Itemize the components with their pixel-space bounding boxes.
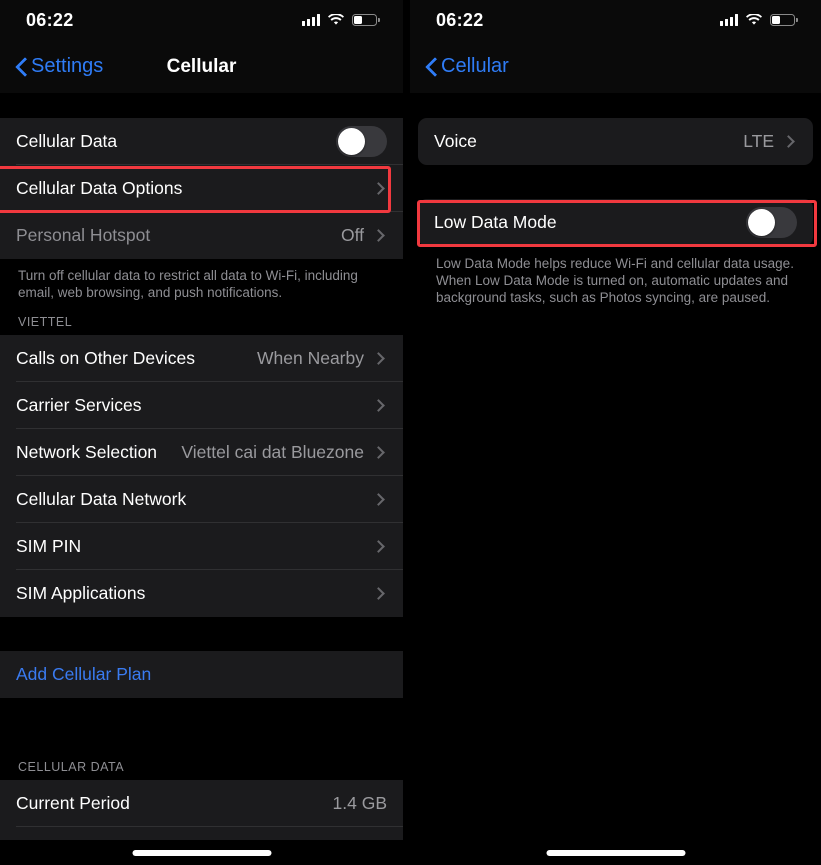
chevron-right-icon bbox=[782, 135, 795, 148]
spacer bbox=[0, 617, 403, 651]
section-header-cellular-data-wrap: CELLULAR DATA bbox=[0, 755, 403, 780]
row-sim-applications[interactable]: SIM Applications bbox=[0, 570, 403, 617]
wifi-icon bbox=[328, 14, 344, 26]
chevron-left-icon bbox=[16, 57, 27, 76]
row-label: Calls on Other Devices bbox=[16, 348, 195, 368]
cellular-signal-icon bbox=[302, 14, 320, 26]
status-bar: 06:22 bbox=[0, 0, 403, 40]
chevron-right-icon bbox=[372, 182, 385, 195]
row-network-selection[interactable]: Network Selection Viettel cai dat Bluezo… bbox=[0, 429, 403, 476]
chevron-right-icon bbox=[372, 352, 385, 365]
section-header-cellular-data: CELLULAR DATA bbox=[0, 755, 403, 780]
left-phone-screen: 06:22 Settings Cellular Cellular Data Ce… bbox=[0, 0, 403, 865]
status-bar: 06:22 bbox=[410, 0, 821, 40]
screen-divider bbox=[403, 0, 410, 865]
cellular-data-toggle[interactable] bbox=[336, 126, 387, 157]
row-label: Cellular Data Network bbox=[16, 489, 187, 509]
nav-bar: Cellular bbox=[410, 40, 821, 93]
status-icons bbox=[720, 14, 798, 26]
row-label: Voice bbox=[434, 131, 477, 151]
row-label: Low Data Mode bbox=[434, 212, 557, 232]
row-calls-on-other-devices[interactable]: Calls on Other Devices When Nearby bbox=[0, 335, 403, 382]
spacer bbox=[0, 93, 403, 118]
battery-icon bbox=[352, 14, 380, 26]
back-button-label: Cellular bbox=[441, 55, 509, 77]
back-button-cellular[interactable]: Cellular bbox=[426, 55, 509, 78]
add-plan-group: Add Cellular Plan bbox=[0, 651, 403, 698]
row-sim-pin[interactable]: SIM PIN bbox=[0, 523, 403, 570]
status-icons bbox=[302, 14, 380, 26]
dual-screenshot-container: 06:22 Settings Cellular Cellular Data Ce… bbox=[0, 0, 821, 865]
low-data-mode-toggle[interactable] bbox=[746, 207, 797, 238]
row-cellular-data-options[interactable]: Cellular Data Options bbox=[0, 165, 403, 212]
chevron-right-icon bbox=[372, 229, 385, 242]
low-data-mode-group: Low Data Mode bbox=[418, 199, 813, 246]
voice-group: Voice LTE bbox=[418, 118, 813, 165]
chevron-right-icon bbox=[372, 493, 385, 506]
row-cellular-data-network[interactable]: Cellular Data Network bbox=[0, 476, 403, 523]
toggle-knob bbox=[338, 128, 365, 155]
row-label: Add Cellular Plan bbox=[16, 664, 152, 684]
row-value: Off bbox=[340, 225, 364, 245]
chevron-left-icon bbox=[426, 57, 437, 76]
viettel-group: Calls on Other Devices When Nearby Carri… bbox=[0, 335, 403, 617]
row-voice[interactable]: Voice LTE bbox=[418, 118, 813, 165]
spacer bbox=[0, 698, 403, 755]
spacer bbox=[410, 93, 821, 118]
row-label: Network Selection bbox=[16, 442, 158, 462]
row-value: Viettel cai dat Bluezone bbox=[181, 442, 364, 462]
spacer bbox=[410, 165, 821, 199]
row-label: Cellular Data bbox=[16, 131, 118, 151]
row-value: When Nearby bbox=[257, 348, 364, 368]
section-header-viettel-wrap: VIETTEL bbox=[0, 311, 403, 335]
chevron-right-icon bbox=[372, 399, 385, 412]
row-carrier-services[interactable]: Carrier Services bbox=[0, 382, 403, 429]
row-label: Cellular Data Options bbox=[16, 178, 183, 198]
wifi-icon bbox=[746, 14, 762, 26]
home-indicator bbox=[132, 850, 271, 856]
chevron-right-icon bbox=[372, 446, 385, 459]
row-current-period-roaming[interactable]: Current Period Roaming 0 bytes bbox=[0, 827, 403, 840]
cellular-data-usage-group: Current Period 1.4 GB Current Period Roa… bbox=[0, 780, 403, 840]
row-label: SIM PIN bbox=[16, 536, 82, 556]
row-value: LTE bbox=[743, 131, 774, 151]
chevron-right-icon bbox=[372, 587, 385, 600]
nav-bar: Settings Cellular bbox=[0, 40, 403, 93]
row-label: Personal Hotspot bbox=[16, 225, 151, 245]
row-personal-hotspot[interactable]: Personal Hotspot Off bbox=[0, 212, 403, 259]
row-value: 1.4 GB bbox=[332, 793, 387, 813]
row-add-cellular-plan[interactable]: Add Cellular Plan bbox=[0, 651, 403, 698]
back-button-label: Settings bbox=[31, 55, 104, 77]
home-indicator bbox=[546, 850, 685, 856]
battery-icon bbox=[770, 14, 798, 26]
row-low-data-mode[interactable]: Low Data Mode bbox=[418, 199, 813, 246]
row-label: Carrier Services bbox=[16, 395, 142, 415]
row-cellular-data[interactable]: Cellular Data bbox=[0, 118, 403, 165]
cellular-data-footer-text: Turn off cellular data to restrict all d… bbox=[0, 259, 403, 301]
toggle-knob bbox=[748, 209, 775, 236]
row-label: SIM Applications bbox=[16, 583, 146, 603]
back-button-settings[interactable]: Settings bbox=[16, 55, 103, 78]
low-data-mode-footer-text: Low Data Mode helps reduce Wi-Fi and cel… bbox=[410, 246, 821, 306]
right-phone-screen: 06:22 Cellular Voice LTE Low Data Mode L… bbox=[410, 0, 821, 865]
spacer bbox=[0, 301, 403, 311]
row-label: Current Period bbox=[16, 793, 130, 813]
cellular-signal-icon bbox=[720, 14, 738, 26]
status-time: 06:22 bbox=[436, 9, 484, 30]
status-time: 06:22 bbox=[26, 9, 74, 30]
row-current-period[interactable]: Current Period 1.4 GB bbox=[0, 780, 403, 827]
section-header-viettel: VIETTEL bbox=[0, 311, 403, 335]
chevron-right-icon bbox=[372, 540, 385, 553]
cellular-settings-group: Cellular Data Cellular Data Options Pers… bbox=[0, 118, 403, 259]
